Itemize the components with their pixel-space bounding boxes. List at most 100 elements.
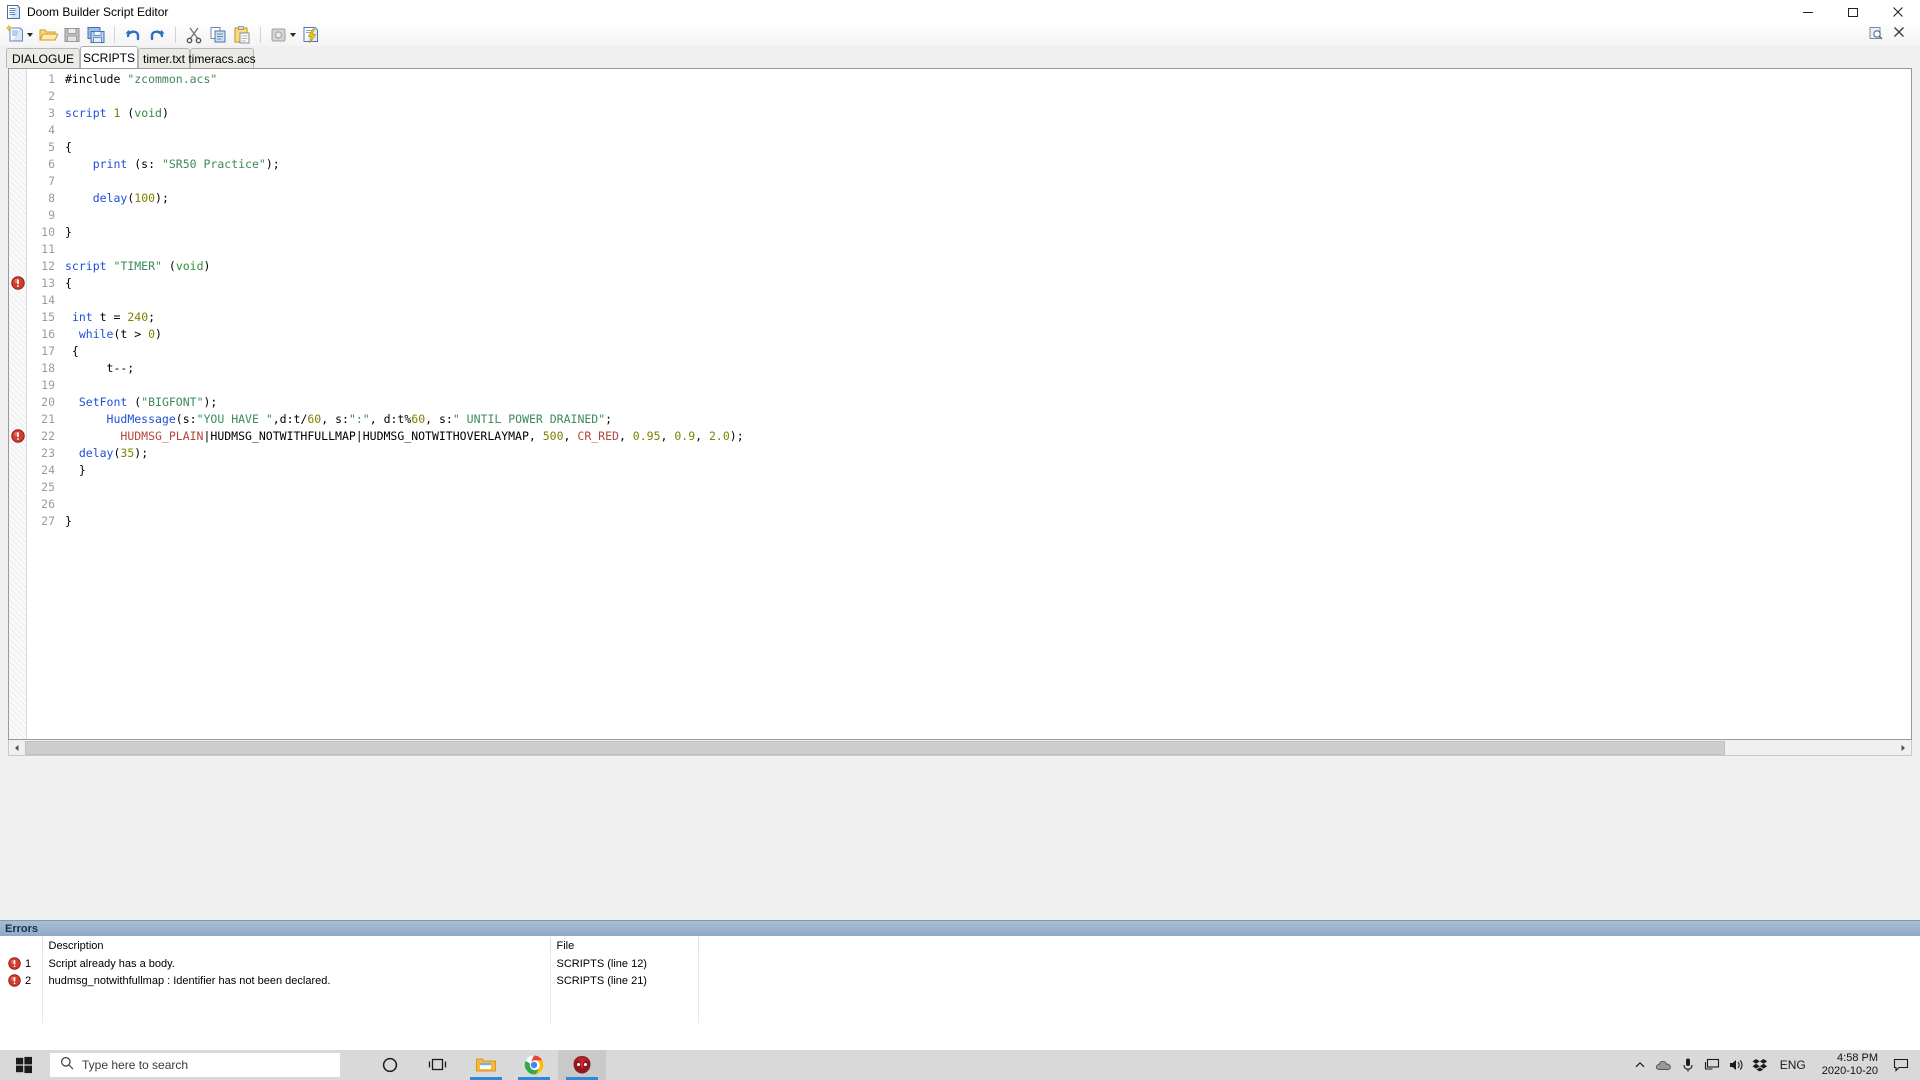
cut-button[interactable] <box>182 24 206 46</box>
code-line[interactable]: 15 int t = 240; <box>27 309 1911 326</box>
error-row[interactable]: 1 Script already has a body. SCRIPTS (line… <box>0 955 1920 972</box>
new-script-button[interactable] <box>4 24 36 46</box>
code-line[interactable]: 7 <box>27 173 1911 190</box>
chevron-down-icon[interactable] <box>290 33 296 37</box>
column-header-extra[interactable] <box>698 937 1920 956</box>
cortana-button[interactable] <box>366 1050 414 1080</box>
code-editor[interactable]: 1 #include "zcommon.acs" 2 3 script 1 (void)… <box>8 68 1912 740</box>
errors-list[interactable]: Description File 1 Script already has a b… <box>0 936 1920 1050</box>
code-token: print <box>92 157 128 171</box>
code-line[interactable]: 13 { <box>27 275 1911 292</box>
column-header-description[interactable]: Description <box>42 937 551 956</box>
minimize-button[interactable] <box>1785 0 1830 24</box>
save-all-icon <box>86 25 106 45</box>
code-line[interactable]: 6 print (s: "SR50 Practice"); <box>27 156 1911 173</box>
code-line[interactable]: 5{ <box>27 139 1911 156</box>
clock[interactable]: 4:58 PM 2020-10-20 <box>1814 1050 1886 1080</box>
error-description: Script already has a body. <box>42 955 551 972</box>
onedrive-cloud-icon[interactable] <box>1652 1050 1676 1080</box>
code-line[interactable]: 11 <box>27 241 1911 258</box>
scroll-left-button[interactable] <box>9 740 25 755</box>
file-explorer-button[interactable] <box>462 1050 510 1080</box>
compile-button[interactable] <box>267 24 299 46</box>
code-line[interactable]: 14 <box>27 292 1911 309</box>
copy-button[interactable] <box>206 24 230 46</box>
language-indicator[interactable]: ENG <box>1772 1058 1814 1072</box>
code-token: ); <box>155 191 169 205</box>
scroll-right-button[interactable] <box>1895 740 1911 755</box>
chevron-down-icon[interactable] <box>27 33 33 37</box>
code-line[interactable]: 22 HUDMSG_PLAIN|HUDMSG_NOTWITHFULLMAP|HU… <box>27 428 1911 445</box>
code-token: "SR50 Practice" <box>161 157 266 171</box>
code-line[interactable]: 3 script 1 (void) <box>27 105 1911 122</box>
code-line[interactable]: 26 <box>27 496 1911 513</box>
code-token: CR_RED <box>577 429 619 443</box>
microphone-icon[interactable] <box>1676 1050 1700 1080</box>
toolbar-separator <box>114 27 115 43</box>
code-token: 60 <box>307 412 322 426</box>
doombuilder-button[interactable] <box>558 1050 606 1080</box>
task-view-button[interactable] <box>414 1050 462 1080</box>
code-line[interactable]: 9 <box>27 207 1911 224</box>
column-header-icon[interactable] <box>0 937 43 956</box>
notification-icon[interactable] <box>1886 1050 1916 1080</box>
error-cell-empty <box>0 989 43 1006</box>
code-line[interactable]: 25 <box>27 479 1911 496</box>
chevron-up-icon[interactable] <box>1628 1050 1652 1080</box>
redo-button[interactable] <box>145 24 169 46</box>
code-line[interactable]: 2 <box>27 88 1911 105</box>
code-line[interactable]: 24 } <box>27 462 1911 479</box>
code-line[interactable]: 27} <box>27 513 1911 530</box>
code-line[interactable]: 1 #include "zcommon.acs" <box>27 71 1911 88</box>
code-line[interactable]: 12 script "TIMER" (void) <box>27 258 1911 275</box>
code-line[interactable]: 21 HudMessage(s:"YOU HAVE ",d:t/60, s:":… <box>27 411 1911 428</box>
close-button[interactable] <box>1875 0 1920 24</box>
code-text-area[interactable]: 1 #include "zcommon.acs" 2 3 script 1 (void)… <box>27 69 1911 739</box>
column-header-file[interactable]: File <box>550 937 699 956</box>
line-number: 17 <box>41 344 55 358</box>
find-replace-button[interactable] <box>1866 24 1890 46</box>
open-script-button[interactable] <box>36 24 60 46</box>
editor-horizontal-scrollbar[interactable] <box>8 740 1912 756</box>
code-line[interactable]: 18 t--; <box>27 360 1911 377</box>
tab-scripts[interactable]: SCRIPTS <box>80 46 138 68</box>
code-line[interactable]: 10} <box>27 224 1911 241</box>
error-row[interactable]: 2 hudmsg_notwithfullmap : Identifier has … <box>0 972 1920 989</box>
code-token: delay <box>78 446 114 460</box>
code-token: 60 <box>411 412 426 426</box>
error-circle-icon[interactable] <box>11 276 25 290</box>
start-button[interactable] <box>0 1050 48 1080</box>
code-line[interactable]: 19 <box>27 377 1911 394</box>
code-line[interactable]: 16 while(t > 0) <box>27 326 1911 343</box>
code-line[interactable]: 20 SetFont ("BIGFONT"); <box>27 394 1911 411</box>
errors-panel-title: Errors <box>0 920 1920 936</box>
paste-button[interactable] <box>230 24 254 46</box>
run-script-button[interactable] <box>299 24 323 46</box>
code-line[interactable]: 4 <box>27 122 1911 139</box>
scrollbar-track[interactable] <box>25 740 1895 755</box>
tab-timeracs-acs[interactable]: timeracs.acs <box>188 48 256 68</box>
dropbox-icon[interactable] <box>1748 1050 1772 1080</box>
save-all-button[interactable] <box>84 24 108 46</box>
code-token: #include <box>65 72 128 86</box>
code-line[interactable]: 23 delay(35); <box>27 445 1911 462</box>
tab-dialogue[interactable]: DIALOGUE <box>6 48 80 68</box>
undo-button[interactable] <box>121 24 145 46</box>
close-tab-button[interactable] <box>1890 24 1914 46</box>
scrollbar-thumb[interactable] <box>25 740 1725 755</box>
line-number: 14 <box>41 293 55 307</box>
error-cell-empty <box>698 1006 1920 1023</box>
code-token: ; <box>605 412 613 426</box>
maximize-button[interactable] <box>1830 0 1875 24</box>
chrome-button[interactable] <box>510 1050 558 1080</box>
line-number: 16 <box>41 327 55 341</box>
code-line[interactable]: 8 delay(100); <box>27 190 1911 207</box>
taskbar-search-box[interactable]: Type here to search <box>50 1053 340 1077</box>
tab-timer-txt[interactable]: timer.txt <box>138 48 190 68</box>
save-script-button[interactable] <box>60 24 84 46</box>
speaker-icon[interactable] <box>1724 1050 1748 1080</box>
network-monitor-icon[interactable] <box>1700 1050 1724 1080</box>
error-circle-icon[interactable] <box>11 429 25 443</box>
code-line[interactable]: 17 { <box>27 343 1911 360</box>
compile-icon <box>269 25 289 45</box>
